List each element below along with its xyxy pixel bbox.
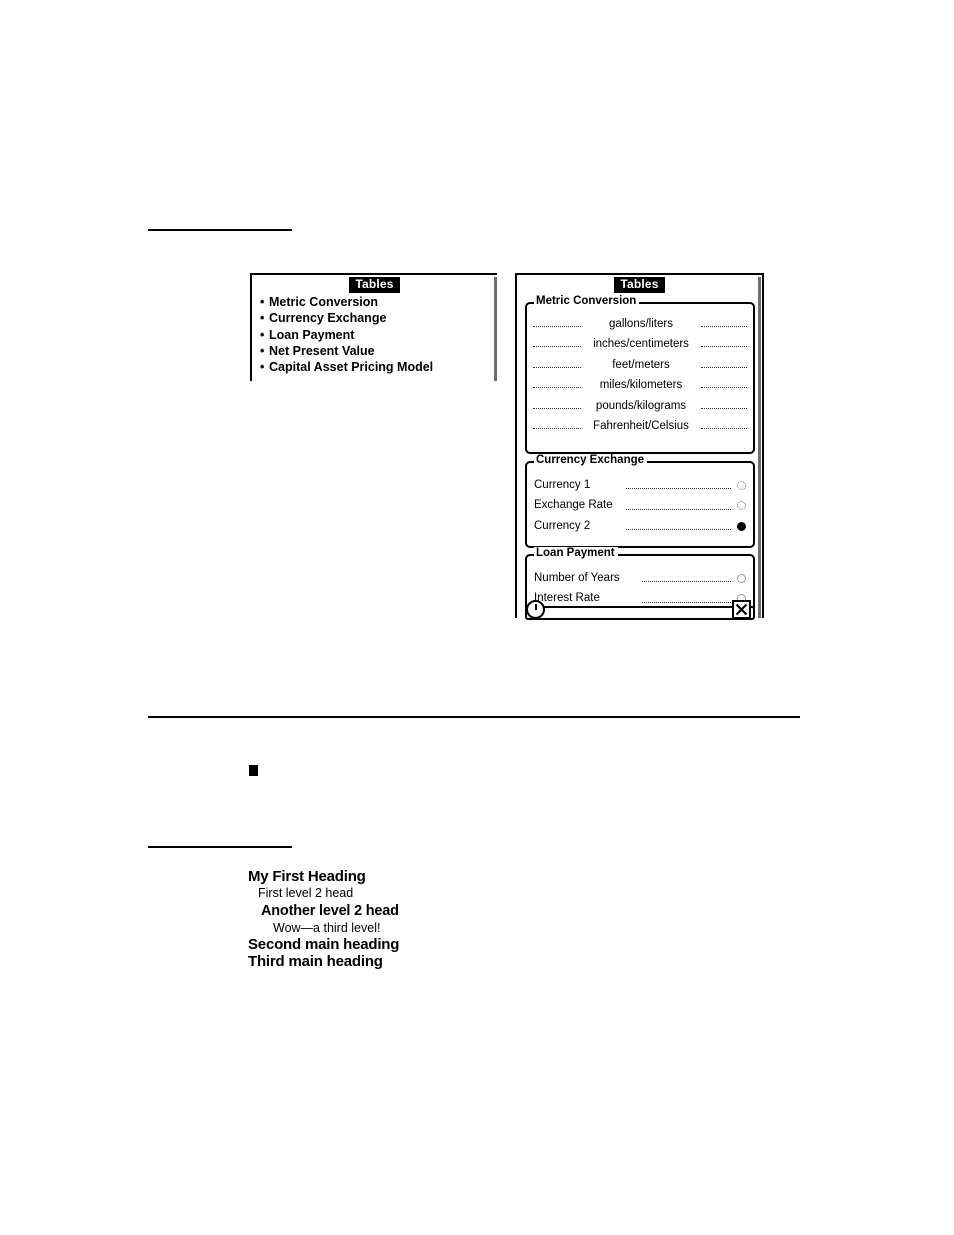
group-legend-metric: Metric Conversion	[534, 295, 640, 308]
dot-leader-left	[533, 427, 581, 429]
heading-level-1-second: Second main heading	[248, 936, 400, 953]
group-currency-exchange: Currency Exchange Currency 1 Exchange Ra…	[525, 454, 755, 548]
group-legend-currency: Currency Exchange	[534, 454, 648, 467]
dot-leader	[642, 601, 731, 603]
group-metric-conversion: Metric Conversion gallons/liters inches/…	[525, 295, 755, 454]
field-label: Interest Rate	[534, 592, 600, 605]
field-label: Exchange Rate	[534, 499, 613, 512]
list-item-label: Metric Conversion	[269, 295, 379, 309]
titlebar-right: Tables	[517, 275, 762, 293]
heading-level-3: Wow—a third level!	[273, 920, 381, 935]
dot-leader	[642, 580, 731, 583]
field-label: Number of Years	[534, 571, 620, 584]
dot-leader-left	[533, 366, 581, 368]
metric-row-label: miles/kilometers	[599, 379, 683, 392]
metric-row-label: inches/centimeters	[593, 338, 689, 351]
app-title-right: Tables	[614, 277, 665, 293]
table-row[interactable]: Currency 2	[527, 516, 753, 537]
close-icon[interactable]	[732, 600, 751, 619]
bullet-icon: •	[260, 360, 265, 375]
table-row[interactable]: Currency 1	[527, 475, 753, 496]
dot-leader-left	[533, 407, 581, 409]
list-item[interactable]: • Capital Asset Pricing Model	[252, 359, 497, 375]
dot-leader-right	[701, 427, 747, 429]
heading-level-1-first: My First Heading	[248, 868, 366, 885]
group-legend-loan: Loan Payment	[534, 547, 618, 560]
radio-button[interactable]	[737, 480, 746, 490]
metric-conversion-rows: gallons/liters inches/centimeters feet/m…	[527, 318, 753, 440]
heading-level-1-third: Third main heading	[248, 953, 383, 970]
radio-button-selected[interactable]	[737, 521, 746, 531]
list-item-label: Loan Payment	[269, 327, 355, 342]
list-item[interactable]: • Currency Exchange	[252, 310, 497, 326]
list-item-label: Net Present Value	[269, 343, 375, 358]
table-row[interactable]: pounds/kilograms	[527, 400, 753, 420]
metric-row-label: Fahrenheit/Celsius	[593, 419, 689, 432]
metric-row-label: gallons/liters	[609, 318, 673, 330]
currency-exchange-rows: Currency 1 Exchange Rate Currency 2	[527, 475, 753, 537]
table-row[interactable]: feet/meters	[527, 359, 753, 379]
rule-top	[148, 229, 292, 231]
table-menu-list: • Metric Conversion • Currency Exchange • L…	[252, 294, 497, 375]
dot-leader-right	[701, 386, 747, 389]
field-label: Currency 2	[534, 519, 591, 532]
loan-payment-rows: Number of Years Interest Rate	[527, 568, 753, 609]
dot-leader	[626, 508, 731, 510]
bullet-icon: •	[260, 311, 265, 326]
dot-leader	[626, 528, 731, 531]
heading-level-2-second: Another level 2 head	[261, 902, 399, 919]
rule-bottom	[148, 846, 292, 848]
metric-row-label: feet/meters	[612, 358, 670, 371]
dot-leader-left	[533, 345, 581, 348]
list-item[interactable]: • Loan Payment	[252, 327, 497, 343]
bullet-icon: •	[260, 327, 265, 342]
titlebar-left: Tables	[252, 275, 497, 293]
heading-level-2-first: First level 2 head	[258, 886, 354, 900]
dot-leader-right	[701, 345, 747, 348]
table-row[interactable]: gallons/liters	[527, 318, 753, 338]
list-item[interactable]: • Metric Conversion	[252, 294, 497, 310]
vertical-scrollbar[interactable]	[494, 277, 497, 381]
dot-leader-right	[701, 325, 747, 327]
bullet-icon: •	[260, 295, 265, 309]
table-row[interactable]: miles/kilometers	[527, 379, 753, 399]
dot-leader-left	[533, 386, 581, 389]
rule-middle	[148, 716, 800, 718]
pda-screen-form-view: Tables Metric Conversion gallons/liters …	[515, 273, 764, 620]
heading-sample-block: My First Heading First level 2 head Anot…	[248, 868, 628, 970]
table-row[interactable]: Number of Years	[527, 568, 753, 589]
radio-button[interactable]	[737, 501, 746, 511]
clock-icon[interactable]	[526, 600, 545, 619]
table-row[interactable]: Exchange Rate	[527, 496, 753, 517]
bullet-icon: •	[260, 343, 265, 358]
list-item-label: Currency Exchange	[269, 311, 387, 326]
vertical-scrollbar[interactable]	[758, 277, 761, 618]
app-title-left: Tables	[349, 277, 400, 293]
field-label: Currency 1	[534, 478, 591, 491]
table-row[interactable]: inches/centimeters	[527, 338, 753, 358]
table-row[interactable]: Fahrenheit/Celsius	[527, 420, 753, 440]
pda-screen-list-view: Tables • Metric Conversion • Currency Exch…	[250, 273, 497, 381]
dot-leader-right	[701, 366, 747, 368]
list-item[interactable]: • Net Present Value	[252, 343, 497, 359]
radio-button[interactable]	[737, 573, 746, 583]
square-bullet-marker	[249, 765, 258, 776]
dot-leader-left	[533, 325, 581, 327]
metric-row-label: pounds/kilograms	[595, 399, 687, 412]
pda-toolbar	[525, 606, 755, 620]
dot-leader	[626, 487, 731, 490]
dot-leader-right	[701, 407, 747, 409]
list-item-label: Capital Asset Pricing Model	[269, 360, 434, 375]
